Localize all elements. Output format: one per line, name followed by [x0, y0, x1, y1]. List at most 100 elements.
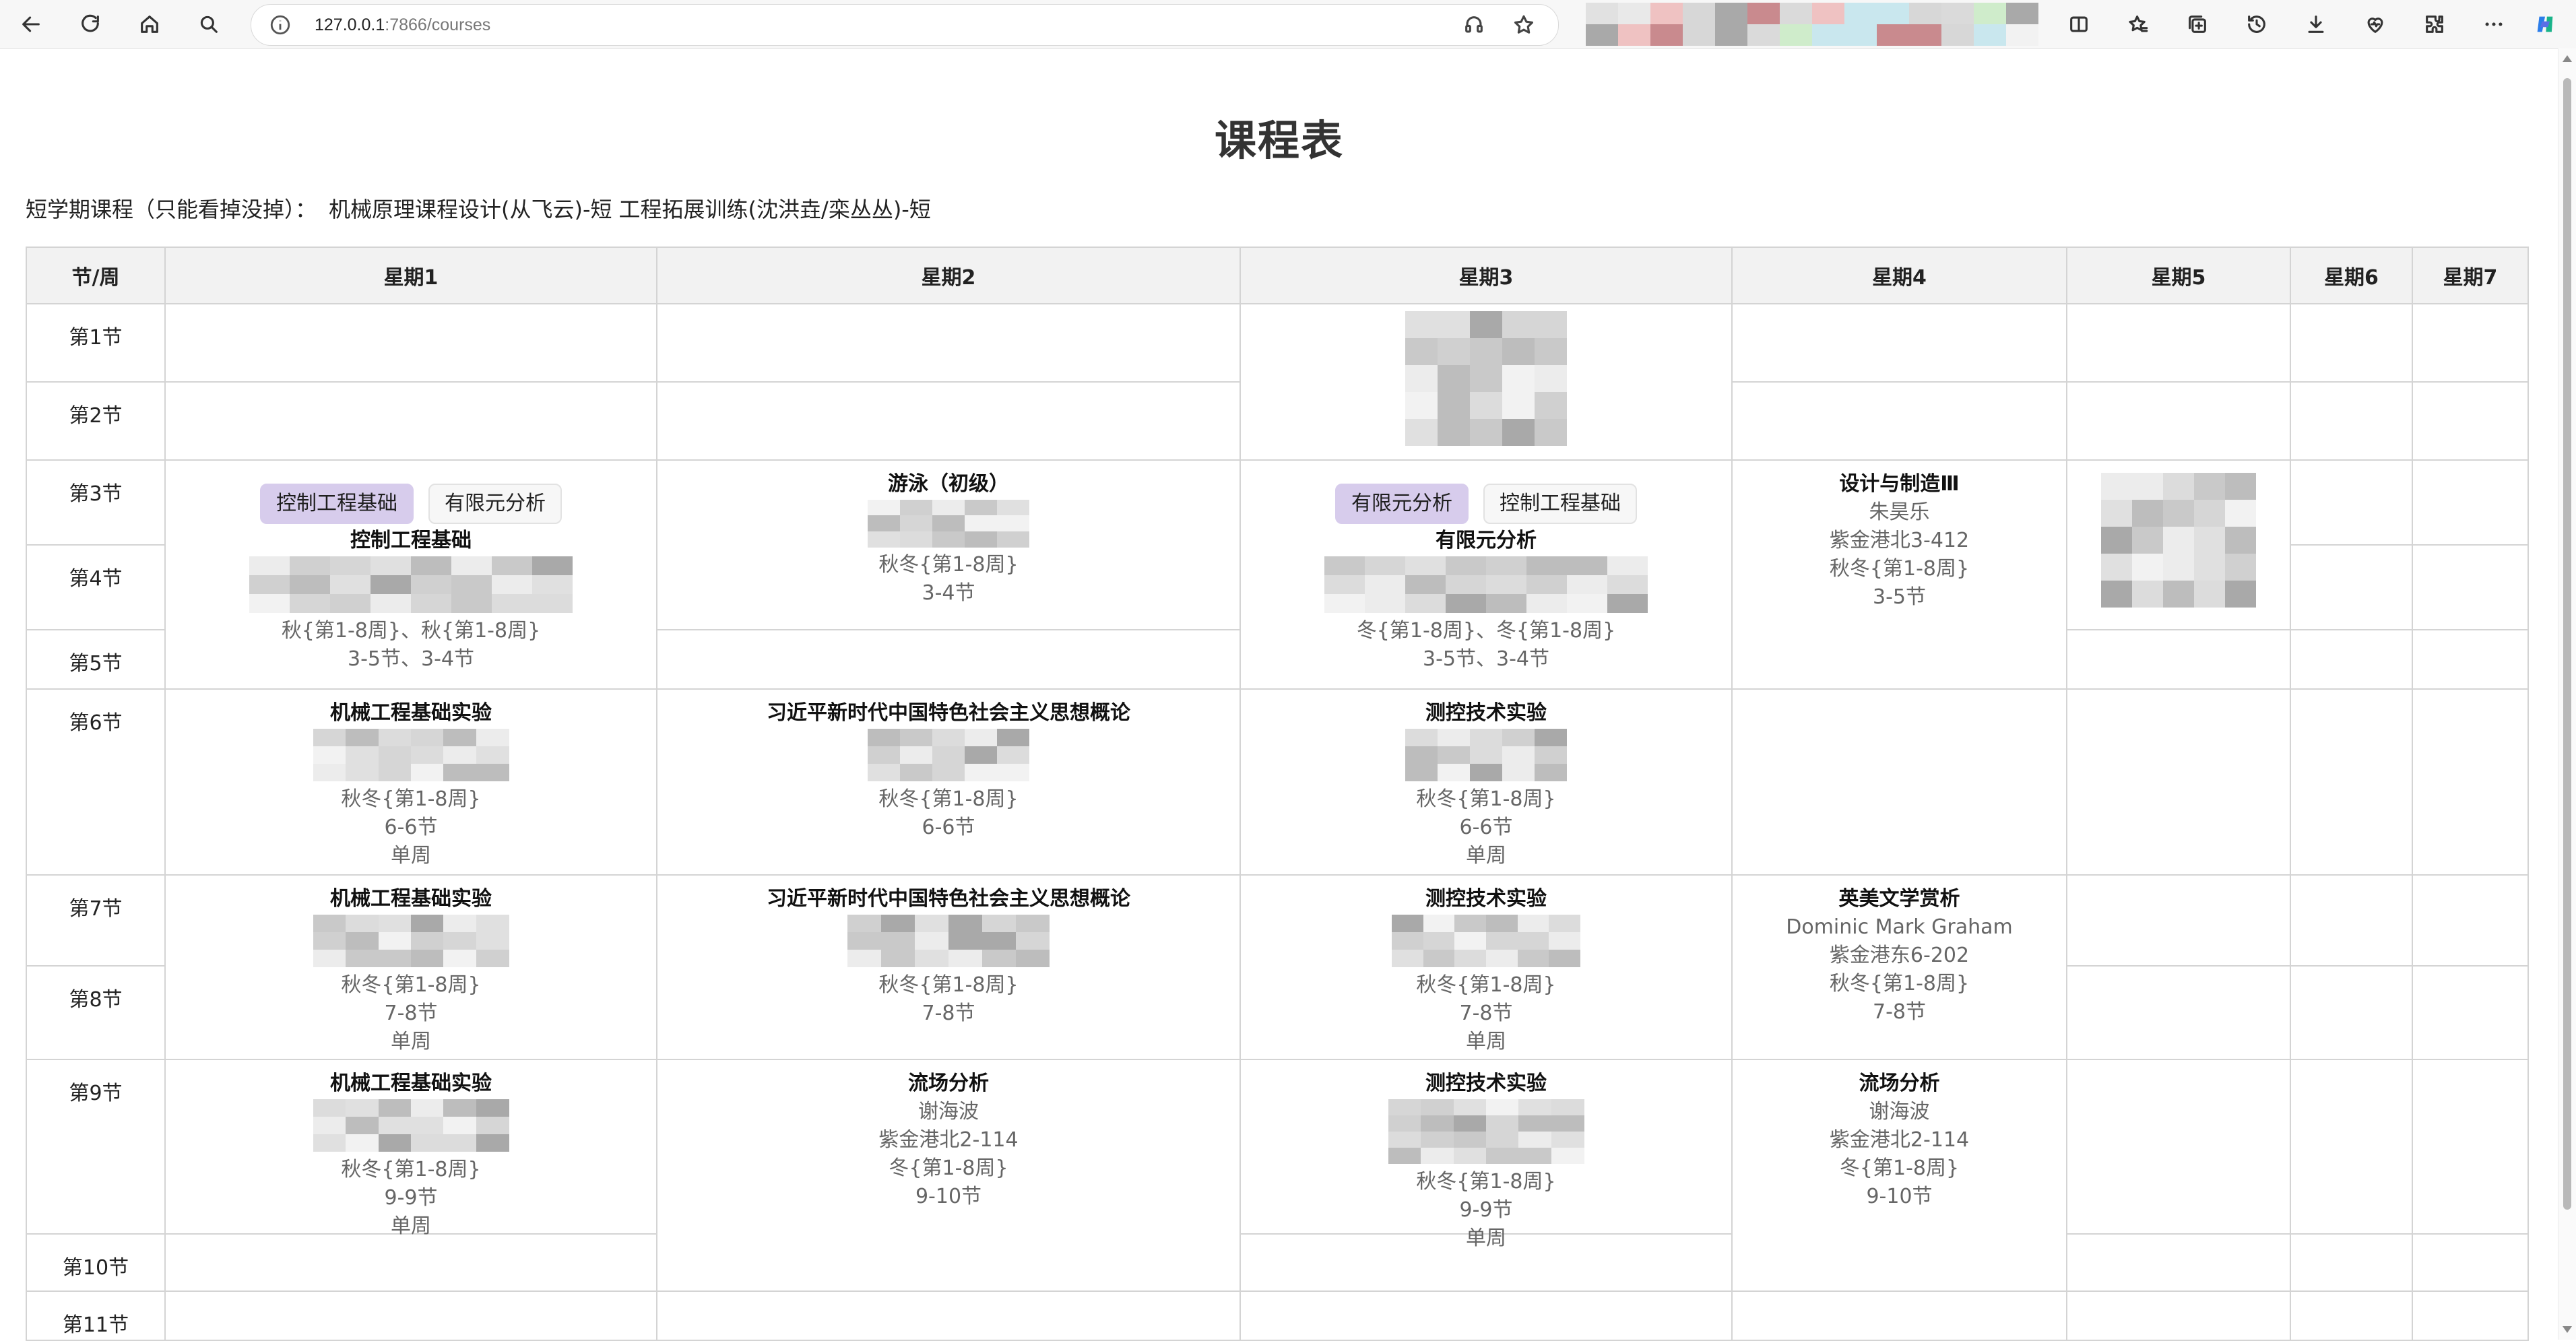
empty-slot[interactable] — [2413, 630, 2529, 690]
empty-slot[interactable] — [2291, 383, 2413, 461]
scroll-up-arrow-icon[interactable] — [2563, 55, 2572, 62]
empty-slot[interactable] — [2291, 1235, 2413, 1292]
course-toggle-button[interactable]: 有限元分析 — [428, 484, 562, 524]
course-cell[interactable]: 机械工程基础实验 秋冬{第1-8周} 9-9节 单周 — [166, 1060, 657, 1238]
empty-slot[interactable] — [2413, 967, 2529, 1060]
history-button[interactable] — [2239, 7, 2274, 42]
split-screen-button[interactable] — [2061, 7, 2096, 42]
favorites-button[interactable] — [2121, 7, 2156, 42]
empty-slot[interactable] — [2291, 690, 2413, 876]
empty-slot[interactable] — [2413, 1235, 2529, 1292]
course-cell[interactable]: 习近平新时代中国特色社会主义思想概论 秋冬{第1-8周} 7-8节 — [657, 876, 1241, 1060]
course-cell[interactable]: 习近平新时代中国特色社会主义思想概论 秋冬{第1-8周} 6-6节 — [657, 690, 1241, 876]
empty-slot[interactable] — [166, 304, 657, 383]
empty-slot[interactable] — [2291, 967, 2413, 1060]
empty-slot[interactable] — [657, 630, 1241, 690]
empty-slot[interactable] — [1733, 690, 2067, 876]
empty-slot[interactable] — [2067, 630, 2291, 690]
course-cell[interactable]: 英美文学赏析 Dominic Mark Graham 紫金港东6-202 秋冬{第1-… — [1733, 876, 2067, 1060]
empty-slot[interactable] — [2291, 304, 2413, 383]
empty-slot[interactable] — [2291, 1060, 2413, 1235]
course-cell[interactable]: 游泳（初级） 秋冬{第1-8周} 3-4节 — [657, 461, 1241, 630]
empty-slot[interactable] — [2291, 461, 2413, 546]
empty-slot[interactable] — [2413, 383, 2529, 461]
empty-slot[interactable] — [2413, 546, 2529, 630]
search-button[interactable] — [191, 7, 226, 42]
address-bar[interactable]: 127.0.0.1:7866/courses — [251, 4, 1559, 46]
empty-slot[interactable] — [2067, 967, 2291, 1060]
more-button[interactable] — [2476, 7, 2511, 42]
empty-slot[interactable] — [657, 383, 1241, 461]
course-cell[interactable]: 设计与制造Ⅲ 朱昊乐 紫金港北3-412 秋冬{第1-8周} 3-5节 — [1733, 461, 2067, 690]
pixel-block — [915, 932, 948, 950]
extensions-button[interactable] — [2417, 7, 2452, 42]
course-cell[interactable]: 流场分析 谢海波 紫金港北2-114 冬{第1-8周} 9-10节 — [1733, 1060, 2067, 1292]
scroll-down-arrow-icon[interactable] — [2563, 1326, 2572, 1333]
course-toggle-button[interactable]: 控制工程基础 — [260, 484, 414, 524]
empty-slot[interactable] — [2413, 304, 2529, 383]
pixel-block — [371, 594, 411, 613]
read-aloud-icon[interactable] — [1462, 13, 1485, 36]
info-icon[interactable] — [269, 13, 292, 36]
redacted-wrap — [166, 913, 656, 971]
empty-slot[interactable] — [2067, 383, 2291, 461]
empty-slot[interactable] — [166, 1292, 657, 1341]
empty-slot[interactable] — [1733, 304, 2067, 383]
empty-slot[interactable] — [2067, 1235, 2291, 1292]
empty-slot[interactable] — [2291, 546, 2413, 630]
page-scrollbar[interactable] — [2558, 48, 2576, 1340]
empty-slot[interactable] — [2291, 630, 2413, 690]
pixel-block — [476, 932, 509, 950]
empty-slot[interactable] — [1733, 1292, 2067, 1341]
url-text[interactable]: 127.0.0.1:7866/courses — [315, 5, 490, 45]
pixel-block — [1388, 1115, 1421, 1132]
empty-slot[interactable] — [2067, 1060, 2291, 1235]
course-cell[interactable]: 测控技术实验 秋冬{第1-8周} 6-6节 单周 — [1241, 690, 1733, 876]
browser-essentials-button[interactable] — [2358, 7, 2393, 42]
course-note: 单周 — [1466, 844, 1506, 868]
course-cell[interactable]: 流场分析 谢海波 紫金港北2-114 冬{第1-8周} 9-10节 — [657, 1060, 1241, 1292]
empty-slot[interactable] — [1241, 1292, 1733, 1341]
course-cell[interactable]: 测控技术实验 秋冬{第1-8周} 9-9节 单周 — [1241, 1060, 1733, 1250]
course-cell[interactable] — [2067, 461, 2291, 630]
course-toggle-group: 控制工程基础 有限元分析 — [166, 484, 656, 524]
course-toggle-button[interactable]: 有限元分析 — [1335, 484, 1469, 524]
empty-slot[interactable] — [2067, 1292, 2291, 1341]
empty-slot[interactable] — [2413, 1292, 2529, 1341]
collections-button[interactable] — [2180, 7, 2215, 42]
course-cell[interactable]: 测控技术实验 秋冬{第1-8周} 7-8节 单周 — [1241, 876, 1733, 1060]
empty-slot[interactable] — [166, 383, 657, 461]
course-cell[interactable]: 有限元分析 控制工程基础 有限元分析 冬{第1-8周}、冬{第1-8周} 3-5节、3-… — [1241, 461, 1733, 690]
empty-slot[interactable] — [2067, 876, 2291, 967]
empty-slot[interactable] — [166, 1235, 657, 1292]
course-toggle-button[interactable]: 控制工程基础 — [1483, 484, 1637, 524]
downloads-button[interactable] — [2298, 7, 2333, 42]
refresh-button[interactable] — [73, 7, 108, 42]
pixel-block — [1438, 764, 1470, 781]
empty-slot[interactable] — [2413, 876, 2529, 967]
empty-slot[interactable] — [1733, 383, 2067, 461]
empty-slot[interactable] — [2413, 461, 2529, 546]
empty-slot[interactable] — [2413, 1060, 2529, 1235]
scrollbar-thumb[interactable] — [2563, 78, 2571, 1210]
empty-slot[interactable] — [2291, 1292, 2413, 1341]
course-cell[interactable]: 控制工程基础 有限元分析 控制工程基础 秋{第1-8周}、秋{第1-8周} 3-5节、3… — [166, 461, 657, 690]
course-cell[interactable] — [1241, 304, 1733, 461]
course-cell[interactable]: 机械工程基础实验 秋冬{第1-8周} 7-8节 单周 — [166, 876, 657, 1060]
empty-slot[interactable] — [657, 304, 1241, 383]
empty-slot[interactable] — [2067, 690, 2291, 876]
pixel-block — [1974, 24, 2006, 46]
pixel-block — [2101, 554, 2132, 581]
empty-slot[interactable] — [2413, 690, 2529, 876]
empty-slot[interactable] — [657, 1292, 1241, 1341]
pixel-block — [411, 915, 444, 932]
empty-slot[interactable] — [2067, 304, 2291, 383]
copilot-button[interactable] — [2527, 7, 2563, 42]
course-cell[interactable]: 机械工程基础实验 秋冬{第1-8周} 6-6节 单周 — [166, 690, 657, 876]
empty-slot[interactable] — [1241, 1235, 1733, 1292]
course-weeks: 秋冬{第1-8周} — [1416, 973, 1556, 997]
favorite-star-icon[interactable] — [1512, 13, 1535, 36]
back-button[interactable] — [13, 7, 49, 42]
empty-slot[interactable] — [2291, 876, 2413, 967]
home-button[interactable] — [132, 7, 167, 42]
